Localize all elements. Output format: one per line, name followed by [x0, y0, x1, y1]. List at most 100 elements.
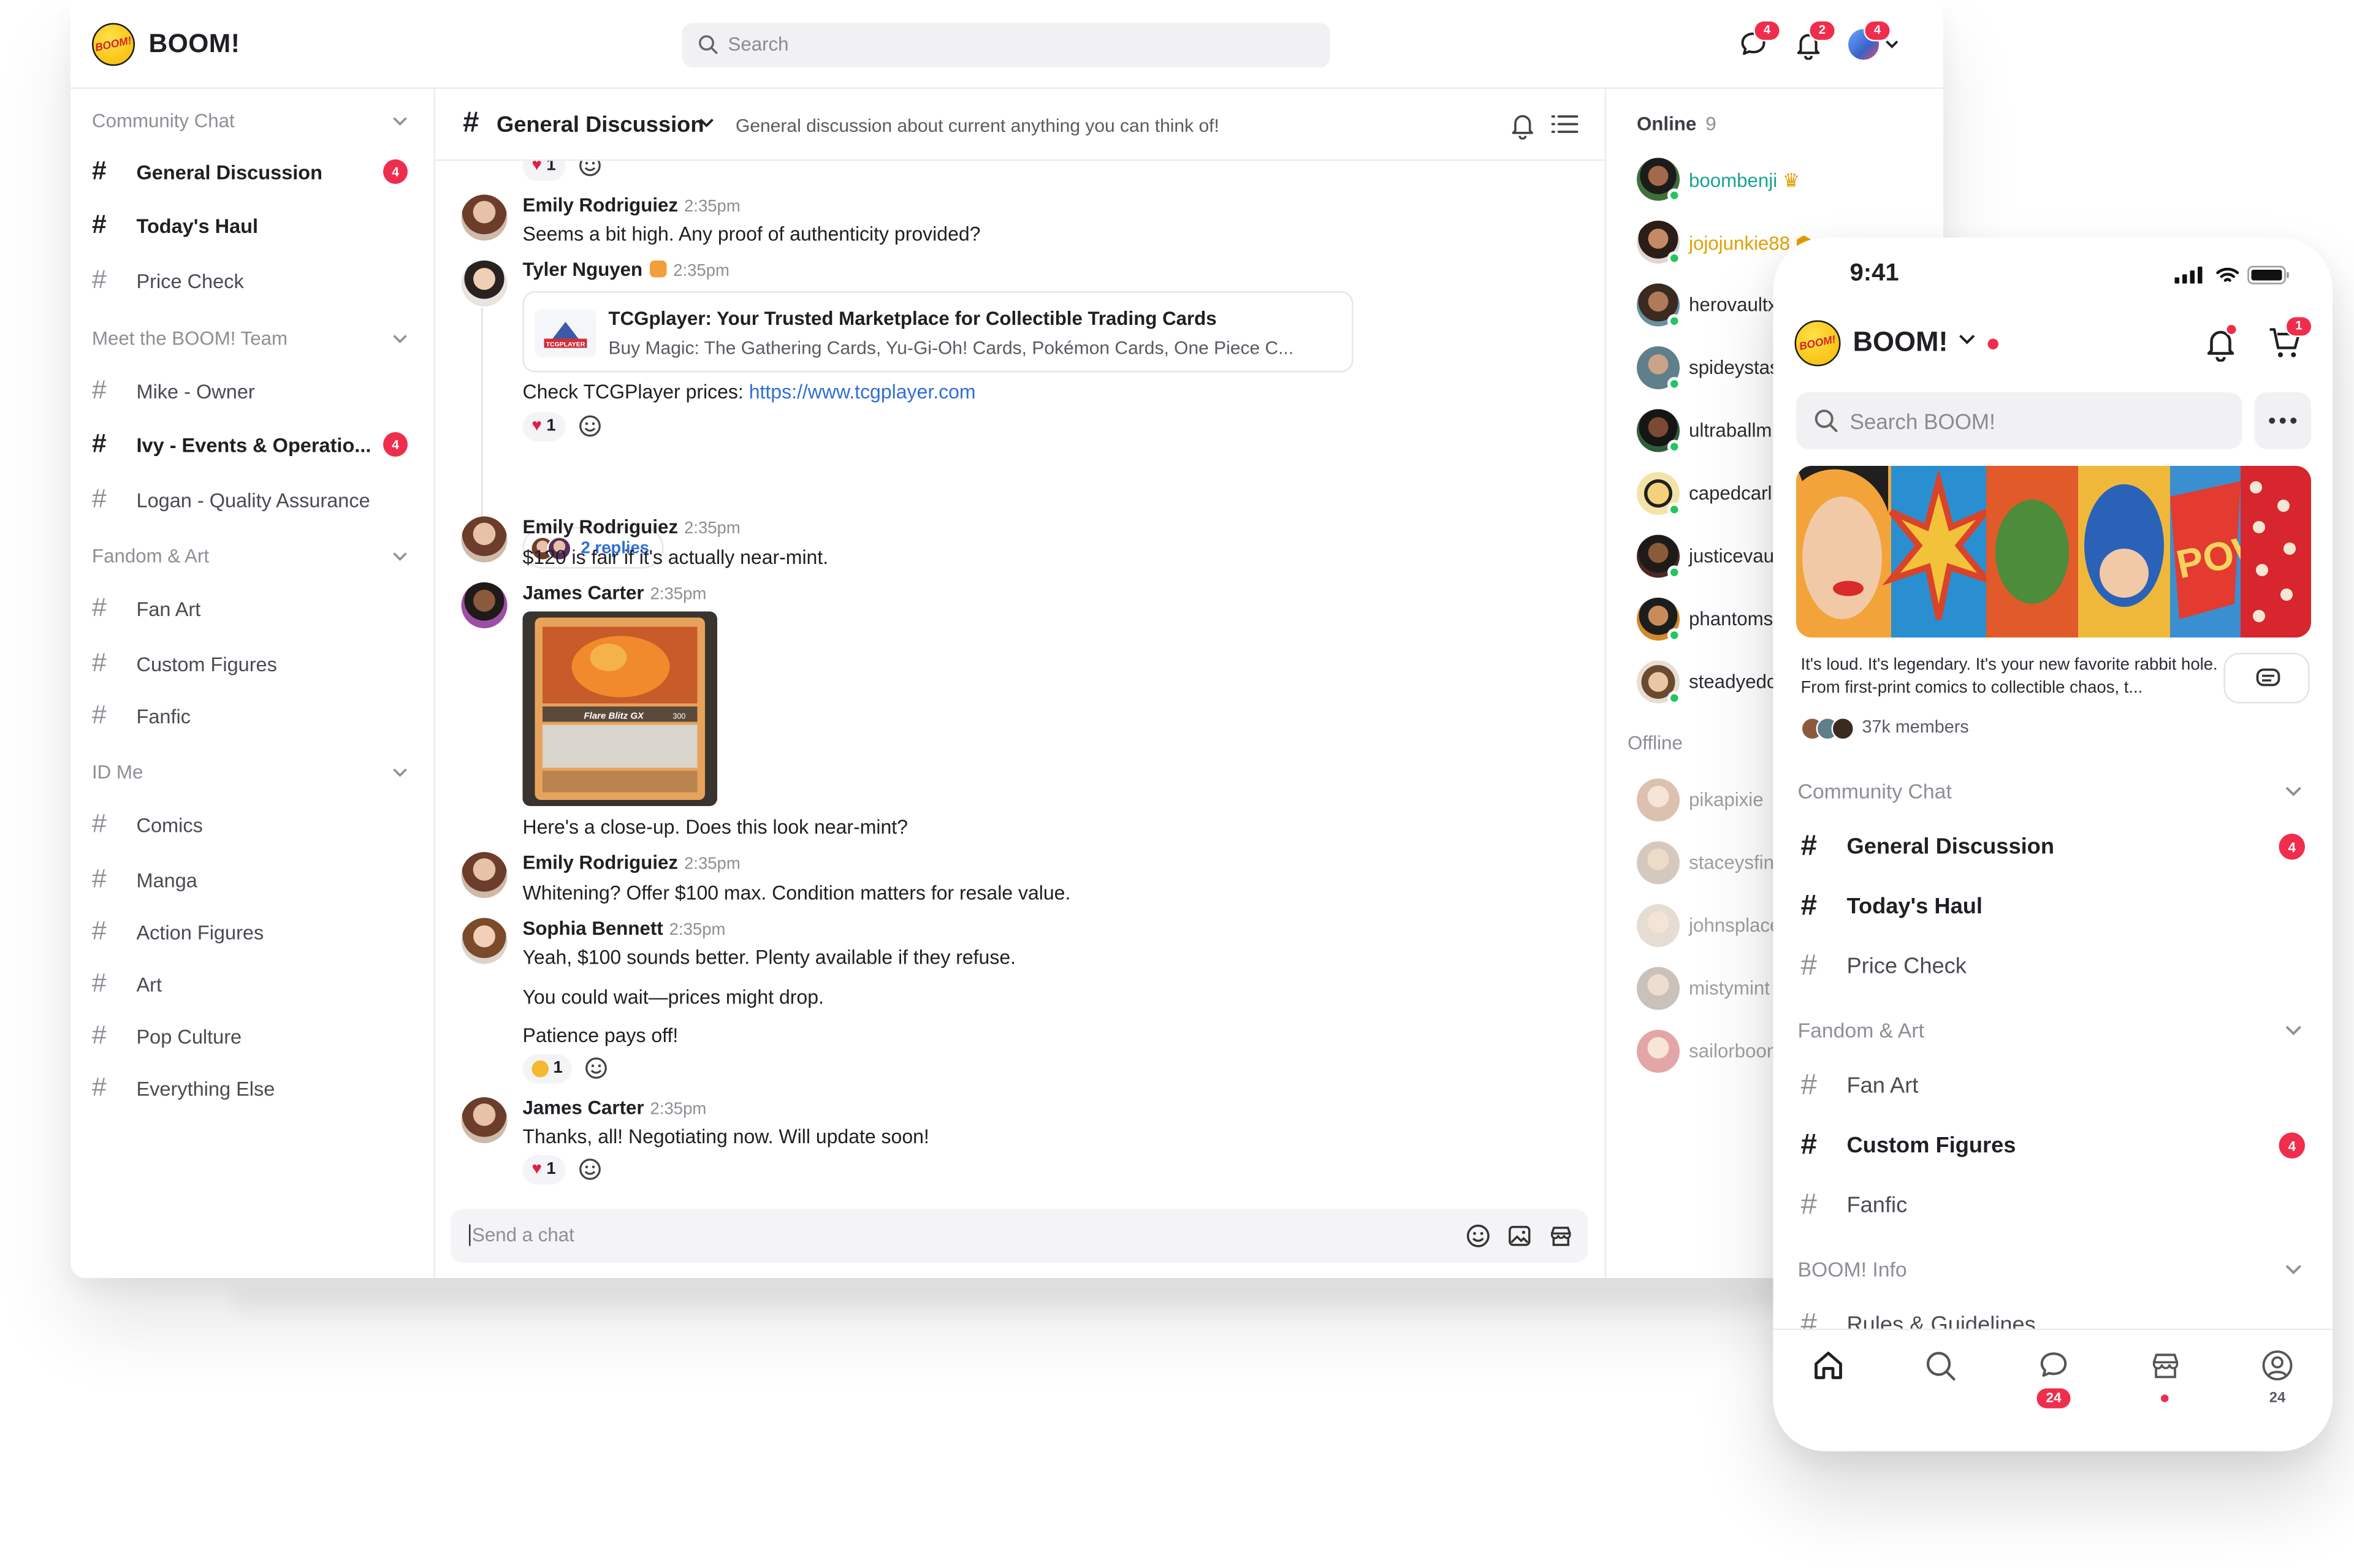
- avatar[interactable]: [461, 582, 508, 628]
- sidebar-item-manga[interactable]: # Manga: [92, 861, 417, 898]
- unread-badge: 4: [2279, 1132, 2305, 1159]
- sidebar-item-price-check[interactable]: # Price Check: [92, 262, 417, 299]
- message-author[interactable]: Emily Rodriguiez 2:35pm: [523, 517, 741, 538]
- chevron-down-icon[interactable]: [392, 116, 408, 126]
- trading-card-image[interactable]: Flare Blitz GX 300: [522, 611, 717, 806]
- more-options-button[interactable]: [2254, 392, 2311, 449]
- heart-reaction[interactable]: ♥ 1: [522, 411, 565, 441]
- tab-search[interactable]: [1910, 1349, 1971, 1425]
- mobile-channel-price-check[interactable]: # Price Check: [1801, 949, 2310, 986]
- chat-composer[interactable]: Send a chat: [451, 1209, 1588, 1263]
- chat-action-button[interactable]: [2223, 653, 2310, 704]
- search-input[interactable]: Search: [682, 23, 1330, 67]
- sidebar-item-action-figures[interactable]: # Action Figures: [92, 913, 417, 950]
- search-placeholder: Search BOOM!: [1849, 409, 1995, 434]
- avatar[interactable]: [461, 852, 508, 898]
- notifications-button[interactable]: 2: [1793, 20, 1836, 61]
- notification-dot: [2225, 323, 2238, 336]
- sidebar-item-everything-else[interactable]: # Everything Else: [92, 1070, 417, 1106]
- avatar[interactable]: [461, 194, 508, 241]
- section-header-fandom-art[interactable]: Fandom & Art: [92, 546, 209, 567]
- message-author[interactable]: Sophia Bennett 2:35pm: [523, 918, 726, 940]
- avatar[interactable]: [461, 261, 508, 306]
- sidebar-item-mike-owner[interactable]: # Mike - Owner: [92, 373, 417, 409]
- window-shadow: [230, 1284, 1778, 1315]
- add-reaction-icon[interactable]: [584, 1056, 609, 1081]
- profile-menu-button[interactable]: 4: [1848, 20, 1900, 60]
- list-icon[interactable]: [1551, 112, 1579, 137]
- chevron-down-icon[interactable]: [699, 118, 714, 127]
- heart-reaction[interactable]: ♥ 1: [522, 161, 565, 180]
- section-header-team[interactable]: Meet the BOOM! Team: [92, 328, 288, 349]
- sidebar-item-ivy-events[interactable]: # Ivy - Events & Operatio... 4: [92, 426, 417, 463]
- section-header-community-chat[interactable]: Community Chat: [1798, 780, 1952, 804]
- cart-button[interactable]: 1: [2267, 316, 2313, 370]
- message-link[interactable]: https://www.tcgplayer.com: [749, 380, 976, 403]
- section-header-fandom-art[interactable]: Fandom & Art: [1798, 1019, 1924, 1043]
- heart-reaction[interactable]: ♥ 1: [522, 1154, 565, 1184]
- section-header-community-chat[interactable]: Community Chat: [92, 110, 235, 132]
- sidebar-item-fanfic[interactable]: # Fanfic: [92, 698, 417, 734]
- chevron-down-icon[interactable]: [392, 334, 408, 343]
- chevron-down-icon[interactable]: [1959, 334, 1976, 345]
- tab-profile[interactable]: 24: [2247, 1349, 2308, 1425]
- add-reaction-icon[interactable]: [577, 414, 602, 438]
- reaction-row: ♥ 1: [522, 411, 602, 441]
- sidebar-item-art[interactable]: # Art: [92, 965, 417, 1002]
- add-reaction-icon[interactable]: [577, 161, 602, 178]
- message-author[interactable]: Tyler Nguyen 2:35pm: [523, 259, 729, 281]
- message-text: Here's a close-up. Does this look near-m…: [522, 815, 908, 839]
- tab-home[interactable]: [1798, 1349, 1859, 1425]
- sidebar-item-logan-qa[interactable]: # Logan - Quality Assurance: [92, 481, 417, 518]
- sidebar-item-fan-art[interactable]: # Fan Art: [92, 590, 417, 627]
- tab-store[interactable]: [2135, 1349, 2196, 1425]
- sidebar-item-todays-haul[interactable]: # Today's Haul: [92, 207, 417, 244]
- message-author[interactable]: Emily Rodriguiez 2:35pm: [523, 195, 741, 216]
- store-icon[interactable]: [1548, 1223, 1574, 1249]
- mobile-channel-fanfic[interactable]: # Fanfic: [1801, 1188, 2310, 1225]
- avatar[interactable]: [461, 918, 508, 964]
- avatar[interactable]: [461, 1097, 508, 1143]
- section-header-boom-info[interactable]: BOOM! Info: [1798, 1258, 1907, 1282]
- bell-icon[interactable]: [1508, 110, 1537, 140]
- sidebar-item-custom-figures[interactable]: # Custom Figures: [92, 645, 417, 682]
- section-header-id-me[interactable]: ID Me: [92, 762, 143, 783]
- mobile-channel-custom-figures[interactable]: # Custom Figures 4: [1801, 1128, 2310, 1165]
- mobile-channel-general-discussion[interactable]: # General Discussion 4: [1801, 829, 2310, 866]
- member-item[interactable]: boombenji ♛: [1637, 158, 1943, 202]
- chevron-down-icon[interactable]: [2285, 1265, 2303, 1276]
- image-icon[interactable]: [1507, 1223, 1533, 1249]
- tab-chats[interactable]: 24: [2023, 1349, 2084, 1425]
- avatar[interactable]: [461, 516, 508, 563]
- message-text: Yeah, $100 sounds better. Plenty availab…: [522, 945, 1016, 969]
- sidebar-item-general-discussion[interactable]: # General Discussion 4: [92, 153, 417, 190]
- sidebar-item-pop-culture[interactable]: # Pop Culture: [92, 1018, 417, 1054]
- member-name: staceysfin: [1689, 852, 1774, 873]
- emoji-reaction[interactable]: 1: [522, 1053, 572, 1083]
- member-avatars[interactable]: 37k members: [1800, 716, 1969, 740]
- message-author[interactable]: Emily Rodriguiez 2:35pm: [523, 852, 741, 873]
- emoji-icon[interactable]: [1465, 1223, 1491, 1249]
- community-name[interactable]: BOOM!: [1853, 327, 1948, 359]
- link-preview-card[interactable]: TCGPLAYER TCGplayer: Your Trusted Market…: [522, 291, 1354, 373]
- mobile-channel-fan-art[interactable]: # Fan Art: [1801, 1068, 2310, 1105]
- channel-title[interactable]: General Discussion: [497, 113, 704, 138]
- chat-panel: # General Discussion General discussion …: [435, 89, 1605, 1278]
- mobile-channel-todays-haul[interactable]: # Today's Haul: [1801, 889, 2310, 926]
- message-author[interactable]: James Carter 2:35pm: [523, 1097, 707, 1119]
- boom-logo[interactable]: BOOM!: [1794, 320, 1841, 367]
- hash-icon: #: [92, 864, 107, 894]
- sidebar-item-comics[interactable]: # Comics: [92, 806, 417, 843]
- chat-button[interactable]: 4: [1738, 20, 1781, 60]
- chevron-down-icon[interactable]: [392, 552, 408, 561]
- profile-icon: [2262, 1350, 2293, 1380]
- chevron-down-icon[interactable]: [2285, 1026, 2303, 1037]
- message-author[interactable]: James Carter 2:35pm: [523, 582, 707, 604]
- add-reaction-icon[interactable]: [577, 1157, 602, 1182]
- hash-icon: #: [92, 1073, 107, 1102]
- boom-logo[interactable]: BOOM!: [92, 23, 135, 66]
- mobile-search-input[interactable]: Search BOOM!: [1796, 392, 2242, 449]
- chevron-down-icon[interactable]: [2285, 786, 2303, 797]
- notifications-button[interactable]: [2203, 323, 2239, 370]
- chevron-down-icon[interactable]: [392, 768, 408, 777]
